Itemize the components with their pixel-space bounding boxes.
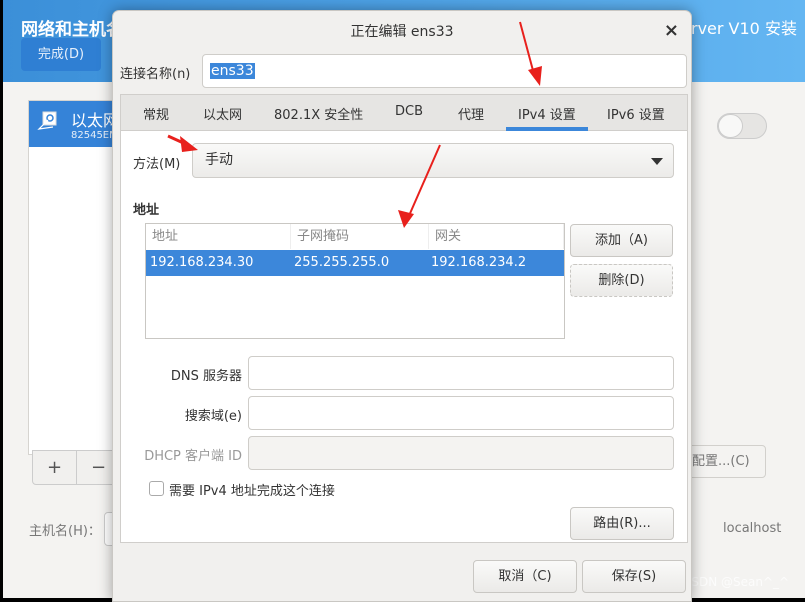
device-list-toolbar: + − bbox=[32, 450, 122, 485]
product-title: rver V10 安装 bbox=[691, 19, 797, 38]
require-ipv4-checkbox[interactable] bbox=[149, 481, 164, 496]
require-ipv4-label[interactable]: 需要 IPv4 地址完成这个连接 bbox=[169, 480, 335, 499]
address-table: 地址 子网掩码 网关 192.168.234.30 255.255.255.0 … bbox=[145, 223, 565, 339]
current-hostname: localhost bbox=[723, 521, 782, 536]
configure-button[interactable]: 配置...(C) bbox=[683, 445, 766, 478]
ipv4-settings-panel: 方法(M) 手动 地址 地址 子网掩码 网关 192.168.234.30 25… bbox=[120, 131, 688, 543]
done-button[interactable]: 完成(D) bbox=[21, 38, 101, 71]
address-cell[interactable]: 192.168.234.30 bbox=[146, 250, 253, 276]
hostname-label: 主机名(H)： bbox=[29, 524, 101, 539]
tab-proxy[interactable]: 代理 bbox=[458, 104, 484, 123]
gateway-cell[interactable]: 192.168.234.2 bbox=[427, 250, 526, 276]
add-address-button[interactable]: 添加（A) bbox=[570, 224, 673, 257]
network-device-item[interactable]: 以太网 82545EM bbox=[29, 101, 119, 147]
settings-tabs: 常规 以太网 802.1X 安全性 DCB 代理 IPv4 设置 IPv6 设置 bbox=[120, 94, 688, 131]
dns-servers-input[interactable] bbox=[248, 356, 674, 390]
dhcp-client-id-input bbox=[248, 436, 674, 470]
column-header-gateway[interactable]: 网关 bbox=[429, 224, 564, 249]
connection-name-label: 连接名称(n) bbox=[120, 67, 191, 82]
watermark: CSDN @Sean^_^ bbox=[683, 575, 790, 589]
tab-8021x-security[interactable]: 802.1X 安全性 bbox=[274, 104, 363, 123]
routes-button[interactable]: 路由(R)... bbox=[570, 507, 674, 540]
delete-address-button[interactable]: 删除(D) bbox=[570, 264, 673, 297]
connection-name-input[interactable]: ens33 bbox=[202, 54, 687, 88]
tab-ipv6-settings[interactable]: IPv6 设置 bbox=[607, 104, 665, 123]
column-header-address[interactable]: 地址 bbox=[146, 224, 291, 249]
close-icon[interactable]: × bbox=[664, 20, 679, 41]
search-domain-label: 搜索域(e) bbox=[184, 409, 242, 424]
dhcp-client-id-label: DHCP 客户端 ID bbox=[144, 449, 242, 464]
add-device-button[interactable]: + bbox=[33, 451, 77, 484]
dns-label: DNS 服务器 bbox=[170, 369, 242, 384]
method-value: 手动 bbox=[205, 152, 233, 168]
chevron-down-icon bbox=[651, 158, 663, 165]
table-row[interactable]: 192.168.234.30 255.255.255.0 192.168.234… bbox=[146, 250, 564, 276]
tab-dcb[interactable]: DCB bbox=[395, 104, 423, 119]
page-title: 网络和主机名 bbox=[21, 20, 123, 40]
dialog-title: 正在编辑 ens33 bbox=[350, 24, 454, 40]
search-domain-input[interactable] bbox=[248, 396, 674, 430]
tab-general[interactable]: 常规 bbox=[143, 104, 169, 123]
network-device-model: 82545EM bbox=[71, 130, 118, 141]
device-toggle[interactable] bbox=[717, 113, 767, 139]
network-device-list: 以太网 82545EM bbox=[28, 100, 119, 455]
connection-name-value: ens33 bbox=[210, 63, 255, 79]
tab-ethernet[interactable]: 以太网 bbox=[203, 104, 242, 123]
method-select[interactable]: 手动 bbox=[192, 143, 674, 178]
column-header-netmask[interactable]: 子网掩码 bbox=[291, 224, 429, 249]
edit-connection-dialog: 正在编辑 ens33 × 连接名称(n) ens33 常规 以太网 802.1X… bbox=[112, 10, 692, 602]
addresses-heading: 地址 bbox=[133, 203, 160, 218]
cancel-button[interactable]: 取消（C) bbox=[473, 560, 577, 593]
method-label: 方法(M) bbox=[133, 157, 181, 172]
save-button[interactable]: 保存(S) bbox=[582, 560, 686, 593]
toggle-knob bbox=[718, 114, 743, 138]
netmask-cell[interactable]: 255.255.255.0 bbox=[290, 250, 389, 276]
tab-ipv4-settings[interactable]: IPv4 设置 bbox=[518, 104, 576, 123]
ethernet-icon bbox=[37, 111, 57, 130]
